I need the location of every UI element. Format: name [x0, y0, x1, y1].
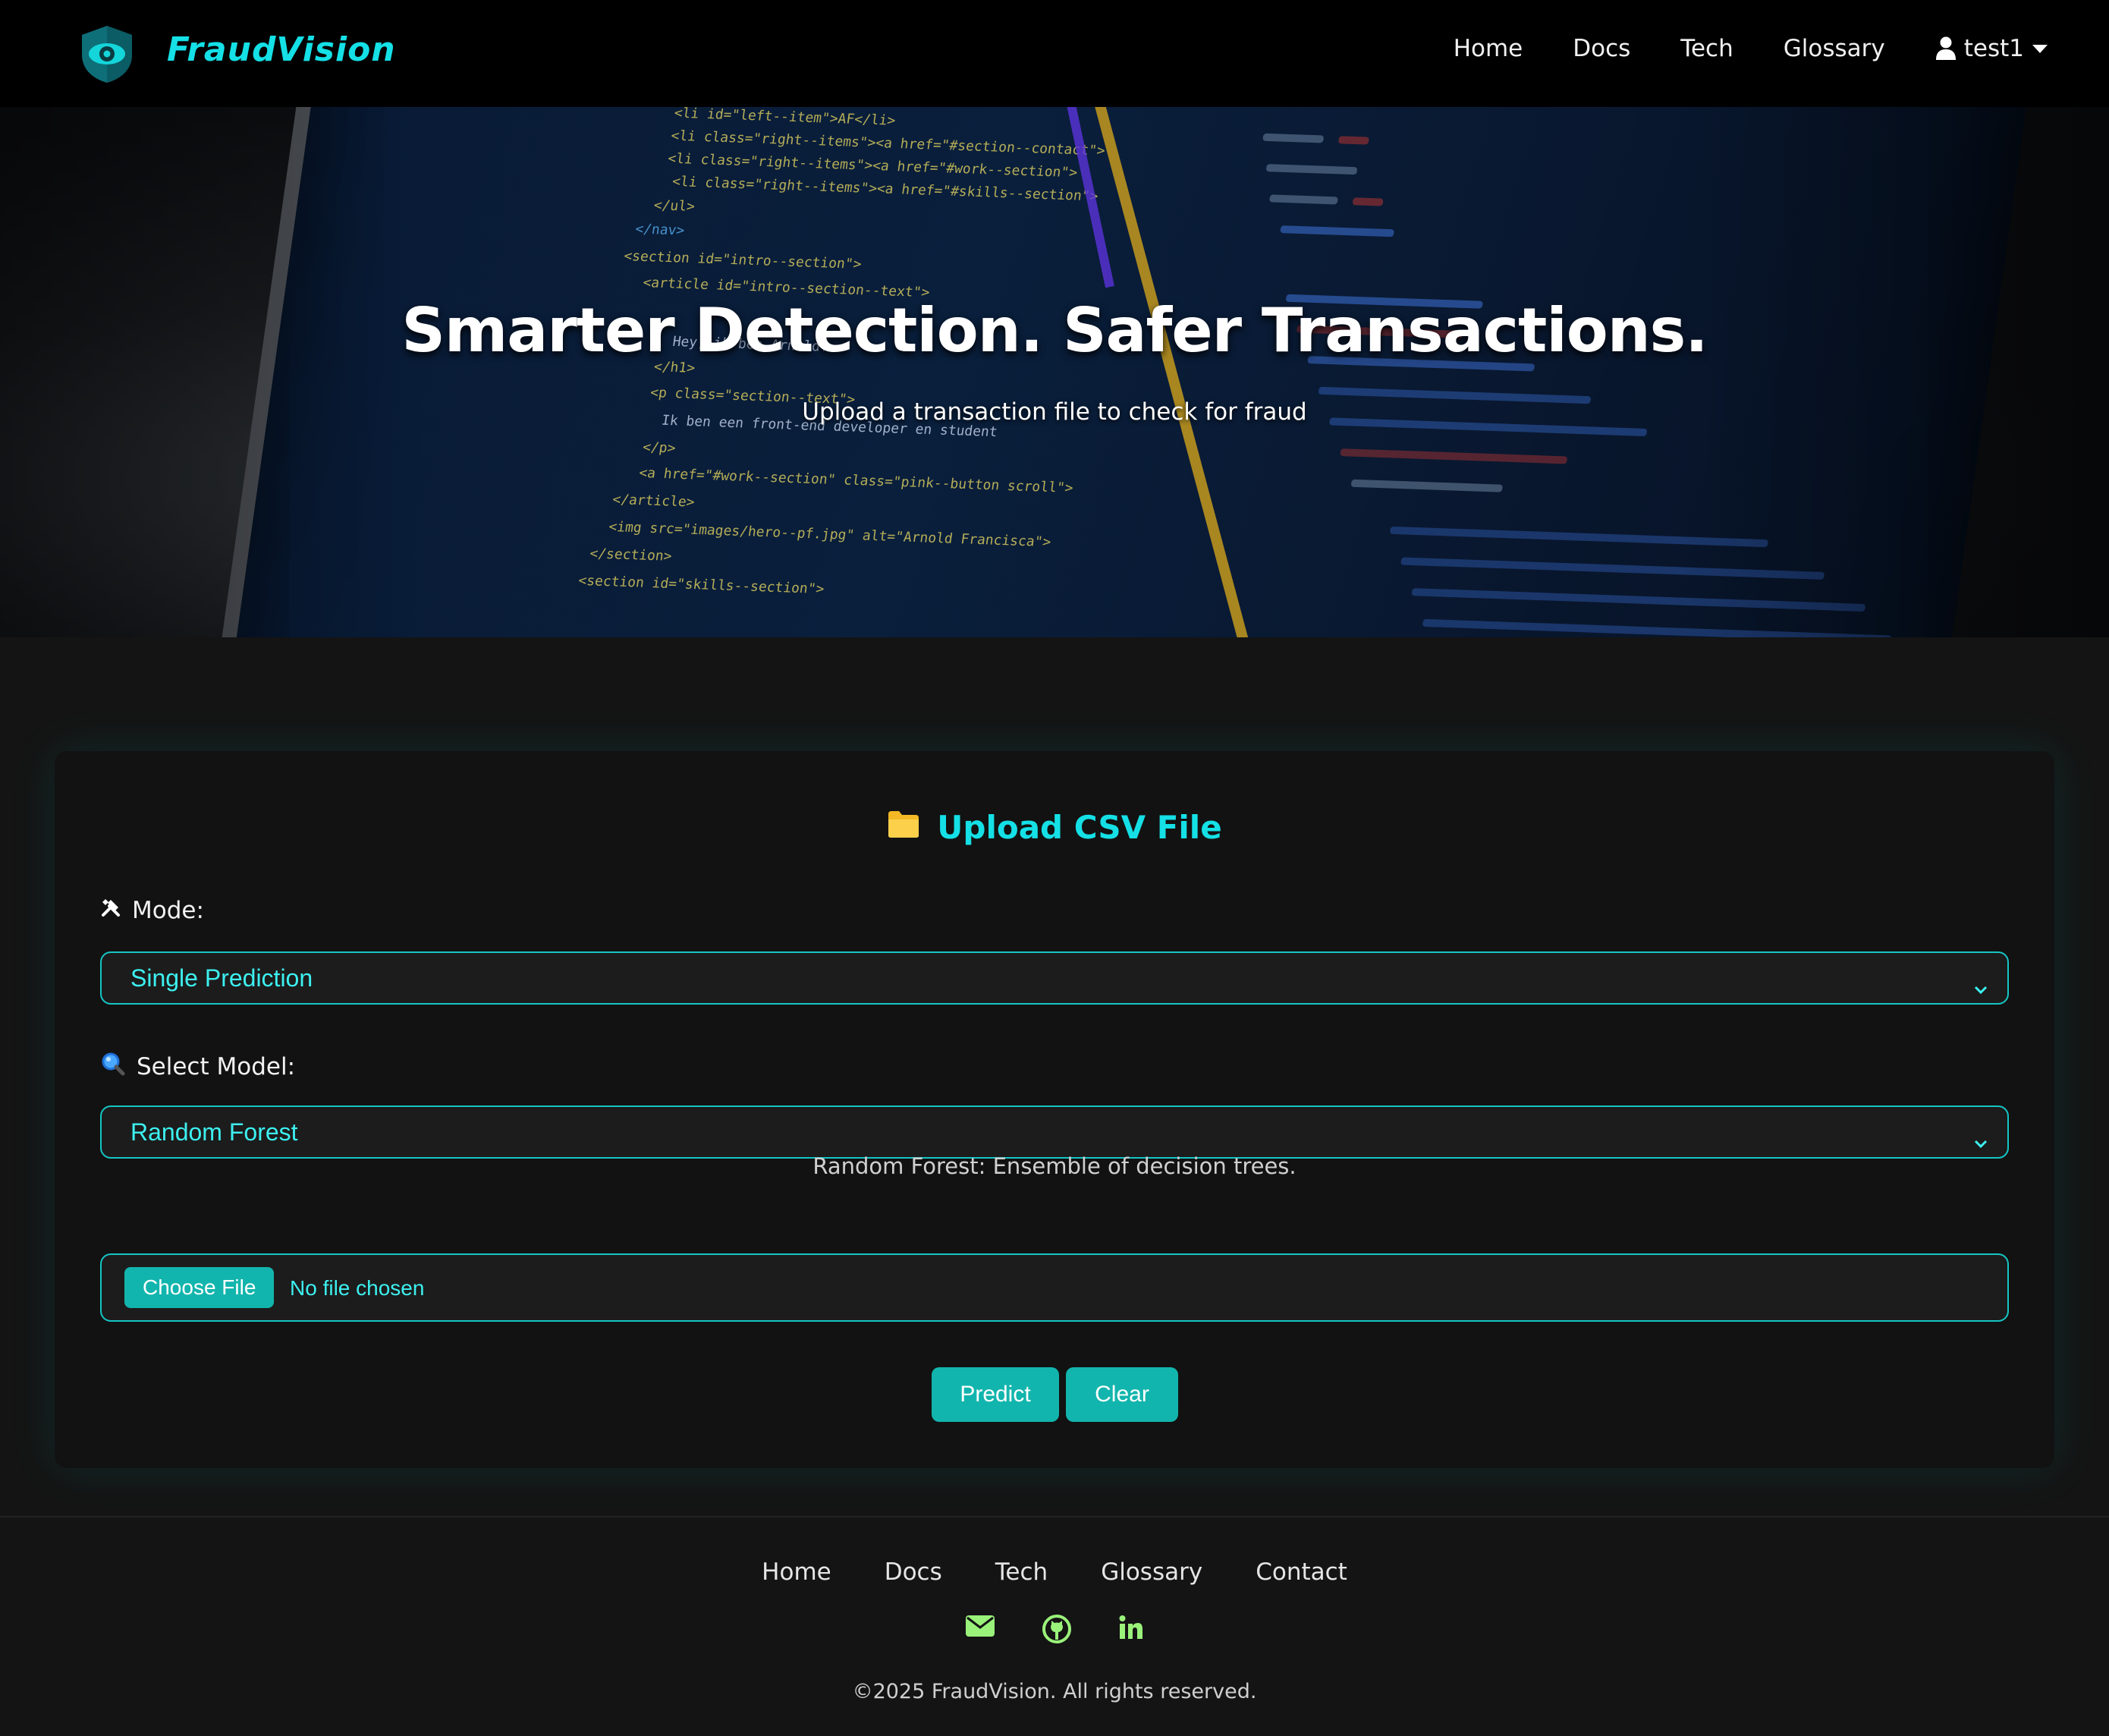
model-label: Select Model:: [100, 1052, 295, 1082]
model-description: Random Forest: Ensemble of decision tree…: [812, 1153, 1297, 1179]
mode-label: Mode:: [100, 897, 204, 924]
footer-link-glossary[interactable]: Glossary: [1101, 1558, 1202, 1586]
mode-label-text: Mode:: [132, 897, 204, 924]
hero-subtitle: Upload a transaction file to check for f…: [802, 398, 1307, 426]
footer-social-icons: [0, 1615, 2109, 1646]
user-icon: [1935, 36, 1957, 61]
nav-link-docs[interactable]: Docs: [1573, 35, 1630, 62]
footer-link-contact[interactable]: Contact: [1256, 1558, 1347, 1586]
footer-link-docs[interactable]: Docs: [885, 1558, 942, 1586]
chevron-down-icon: [1974, 973, 1988, 1001]
model-select-value: Random Forest: [130, 1118, 298, 1146]
file-input[interactable]: Choose File No file chosen: [100, 1253, 2009, 1322]
mode-select[interactable]: Single Prediction: [100, 951, 2009, 1005]
card-title-text: Upload CSV File: [937, 809, 1222, 846]
choose-file-button[interactable]: Choose File: [124, 1267, 275, 1308]
linkedin-icon[interactable]: [1118, 1615, 1144, 1646]
hero-banner: <li id="left--item">AF</li> <li class="r…: [0, 107, 2109, 637]
card-title: Upload CSV File: [55, 809, 2054, 846]
hero-title: Smarter Detection. Safer Transactions.: [401, 295, 1708, 366]
footer-copyright: ©2025 FraudVision. All rights reserved.: [852, 1680, 1257, 1703]
nav-link-tech[interactable]: Tech: [1680, 35, 1733, 62]
caret-down-icon: [2032, 43, 2048, 54]
hero-vignette: [0, 107, 2109, 637]
chevron-down-icon: [1974, 1127, 1988, 1155]
clear-button[interactable]: Clear: [1066, 1367, 1178, 1422]
folder-icon: [887, 809, 920, 846]
footer-divider: [0, 1516, 2109, 1517]
predict-button[interactable]: Predict: [932, 1367, 1059, 1422]
shield-eye-icon[interactable]: [79, 24, 135, 83]
user-name: test1: [1963, 35, 2024, 62]
brand-name[interactable]: FraudVision: [167, 30, 396, 69]
model-select[interactable]: Random Forest: [100, 1105, 2009, 1159]
footer-links: Home Docs Tech Glossary Contact: [0, 1558, 2109, 1586]
mode-select-value: Single Prediction: [130, 964, 313, 992]
top-navbar: FraudVision Home Docs Tech Glossary test…: [0, 0, 2109, 107]
github-icon[interactable]: [1042, 1615, 1071, 1646]
nav-link-glossary[interactable]: Glossary: [1784, 35, 1885, 62]
nav-link-home[interactable]: Home: [1454, 35, 1523, 62]
model-label-text: Select Model:: [137, 1053, 296, 1080]
tools-icon: [100, 897, 121, 924]
footer-link-home[interactable]: Home: [762, 1558, 831, 1586]
envelope-icon[interactable]: [965, 1615, 995, 1646]
upload-card: Upload CSV File Mode: Single Prediction: [55, 751, 2054, 1468]
nav-links: Home Docs Tech Glossary test1: [1454, 35, 2048, 62]
user-menu[interactable]: test1: [1935, 35, 2048, 62]
footer-link-tech[interactable]: Tech: [995, 1558, 1048, 1586]
magnifier-icon: [100, 1052, 126, 1082]
file-status: No file chosen: [290, 1276, 425, 1300]
